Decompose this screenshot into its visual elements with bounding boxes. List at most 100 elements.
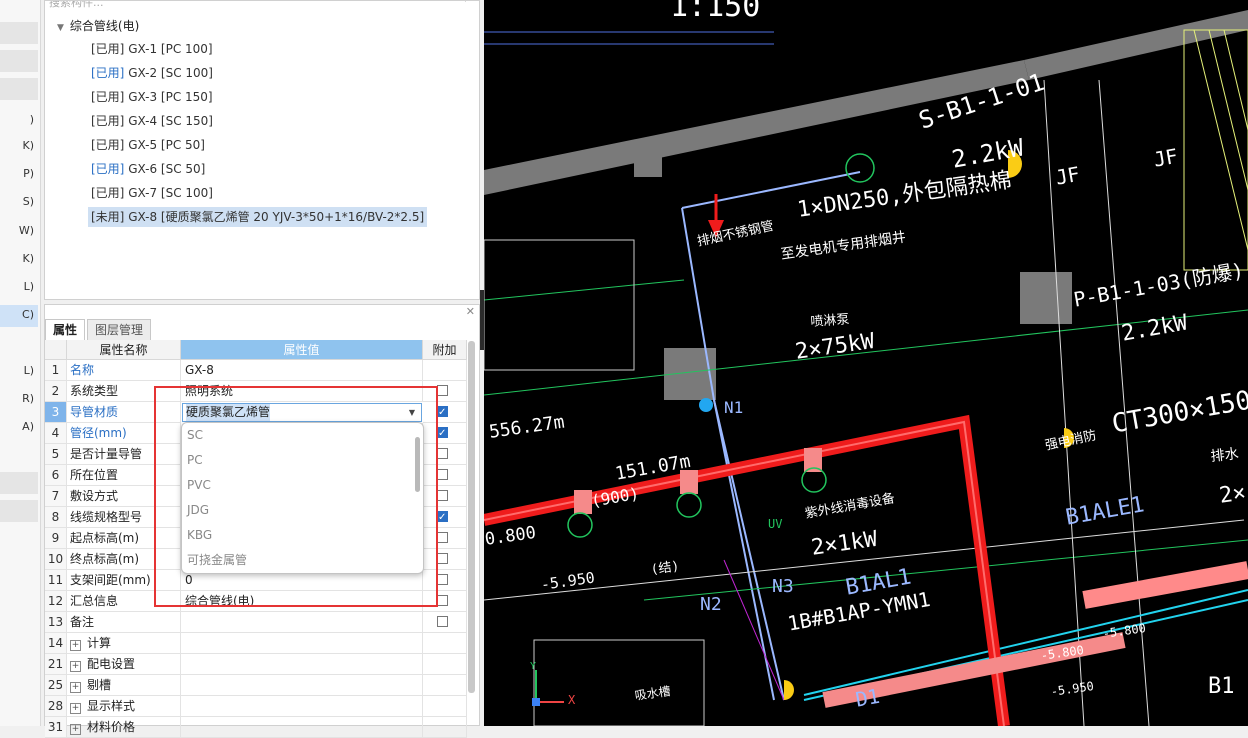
tree-item-label: GX-3 [PC 150] <box>128 90 213 104</box>
property-group-name[interactable]: + 显示样式 <box>67 696 181 717</box>
expand-plus-icon[interactable]: + <box>70 703 81 714</box>
property-value <box>181 696 423 717</box>
property-group-row[interactable]: 14 + 计算 <box>45 633 467 654</box>
search-icon[interactable]: ⌕ <box>465 1 471 6</box>
row-index: 28 <box>45 696 67 717</box>
row-index: 25 <box>45 675 67 696</box>
tree-item-status: [已用] <box>91 162 125 176</box>
group-label: 配电设置 <box>87 657 136 671</box>
row-index: 3 <box>45 402 67 423</box>
property-row[interactable]: 1 名称 GX-8 <box>45 360 467 381</box>
property-group-row[interactable]: 31 + 材料价格 <box>45 717 467 738</box>
wall-segment <box>484 60 1029 195</box>
add-cell <box>423 675 467 696</box>
strip-block[interactable] <box>0 22 38 44</box>
property-value <box>181 675 423 696</box>
tree-item-status: [未用] <box>91 210 125 224</box>
property-group-row[interactable]: 21 + 配电设置 <box>45 654 467 675</box>
tree-item[interactable]: [已用] GX-6 [SC 50] <box>91 159 205 179</box>
group-label: 计算 <box>87 636 112 650</box>
row-index: 6 <box>45 465 67 486</box>
strip-label: A) <box>22 420 34 433</box>
add-checkbox[interactable] <box>437 616 448 627</box>
search-input[interactable]: 搜索构件... <box>49 1 104 9</box>
strip-label: W) <box>18 224 34 237</box>
strip-label: S) <box>22 195 34 208</box>
add-checkbox[interactable] <box>437 423 448 443</box>
tree-item[interactable]: [已用] GX-1 [PC 100] <box>91 39 213 59</box>
property-group-name[interactable]: + 配电设置 <box>67 654 181 675</box>
tree-item-label: GX-1 [PC 100] <box>128 42 213 56</box>
expand-plus-icon[interactable]: + <box>70 640 81 651</box>
tab-layer-management[interactable]: 图层管理 <box>87 319 152 340</box>
tab-properties[interactable]: 属性 <box>45 319 86 340</box>
tree-item[interactable]: [已用] GX-4 [SC 150] <box>91 111 213 131</box>
group-label: 剔槽 <box>87 678 112 692</box>
close-icon[interactable]: ✕ <box>466 305 475 318</box>
tree-item[interactable]: [已用] GX-3 [PC 150] <box>91 87 213 107</box>
property-row[interactable]: 13 备注 <box>45 612 467 633</box>
property-group-row[interactable]: 25 + 剔槽 <box>45 675 467 696</box>
property-group-row[interactable]: 28 + 显示样式 <box>45 696 467 717</box>
row-index: 8 <box>45 507 67 528</box>
add-cell <box>423 717 467 738</box>
property-value <box>181 654 423 675</box>
add-checkbox[interactable] <box>437 490 448 501</box>
grid-header-name: 属性名称 <box>67 340 181 360</box>
strip-label: C) <box>22 308 34 321</box>
search-bar[interactable]: 搜索构件... ⌕ <box>45 1 479 9</box>
strip-label: ) <box>29 113 34 126</box>
strip-block[interactable] <box>0 472 38 494</box>
expand-plus-icon[interactable]: + <box>70 661 81 672</box>
property-group-name[interactable]: + 材料价格 <box>67 717 181 738</box>
property-value <box>181 717 423 738</box>
strip-block[interactable] <box>0 50 38 72</box>
tree-item[interactable]: [已用] GX-2 [SC 100] <box>91 63 213 83</box>
tree-item-status: [已用] <box>91 90 125 104</box>
add-checkbox[interactable] <box>437 553 448 564</box>
tree-root-node[interactable]: ▼ 综合管线(电) <box>57 16 139 36</box>
row-index: 9 <box>45 528 67 549</box>
strip-block[interactable] <box>0 78 38 100</box>
add-checkbox[interactable] <box>437 507 448 527</box>
tree-item-status: [已用] <box>91 66 125 80</box>
row-index: 12 <box>45 591 67 612</box>
add-checkbox[interactable] <box>437 402 448 422</box>
property-group-name[interactable]: + 剔槽 <box>67 675 181 696</box>
add-checkbox[interactable] <box>437 448 448 459</box>
add-checkbox[interactable] <box>437 385 448 396</box>
cad-label-axis-y: Y <box>530 661 537 672</box>
cad-label-x2: 2× <box>1217 480 1248 509</box>
cad-label-uv: UV <box>768 517 783 531</box>
strip-block[interactable] <box>0 500 38 522</box>
tree-item-status: [已用] <box>91 138 125 152</box>
grid-header-value: 属性值 <box>181 340 423 360</box>
expand-plus-icon[interactable]: + <box>70 682 81 693</box>
add-checkbox[interactable] <box>437 574 448 585</box>
property-value[interactable]: GX-8 <box>181 360 423 381</box>
tree-item[interactable]: [已用] GX-5 [PC 50] <box>91 135 205 155</box>
row-index: 14 <box>45 633 67 654</box>
row-index: 4 <box>45 423 67 444</box>
cad-label-jf2: JF <box>1151 143 1180 172</box>
row-index: 5 <box>45 444 67 465</box>
vertical-scrollbar[interactable] <box>468 341 475 693</box>
row-index: 11 <box>45 570 67 591</box>
tree-item-selected[interactable]: [未用] GX-8 [硬质聚氯乙烯管 20 YJV-3*50+1*16/BV-2… <box>88 207 428 227</box>
row-index: 2 <box>45 381 67 402</box>
group-label: 显示样式 <box>87 699 136 713</box>
group-label: 材料价格 <box>87 720 136 734</box>
tree-item-label: GX-7 [SC 100] <box>128 186 213 200</box>
property-name: 名称 <box>67 360 181 381</box>
tree-item[interactable]: [已用] GX-7 [SC 100] <box>91 183 213 203</box>
property-group-name[interactable]: + 计算 <box>67 633 181 654</box>
row-index: 21 <box>45 654 67 675</box>
add-checkbox[interactable] <box>437 595 448 606</box>
add-checkbox[interactable] <box>437 532 448 543</box>
cad-drawing-canvas[interactable]: 1:150 S-B1-1-01 2.2kW JF JF 1×DN250,外包隔热棉 排烟不锈… <box>484 0 1248 726</box>
grid-header-index <box>45 340 67 360</box>
collapse-triangle-icon[interactable]: ▼ <box>57 23 64 33</box>
add-checkbox[interactable] <box>437 469 448 480</box>
cad-label-ytl: (结) <box>649 559 681 578</box>
property-value[interactable] <box>181 612 423 633</box>
